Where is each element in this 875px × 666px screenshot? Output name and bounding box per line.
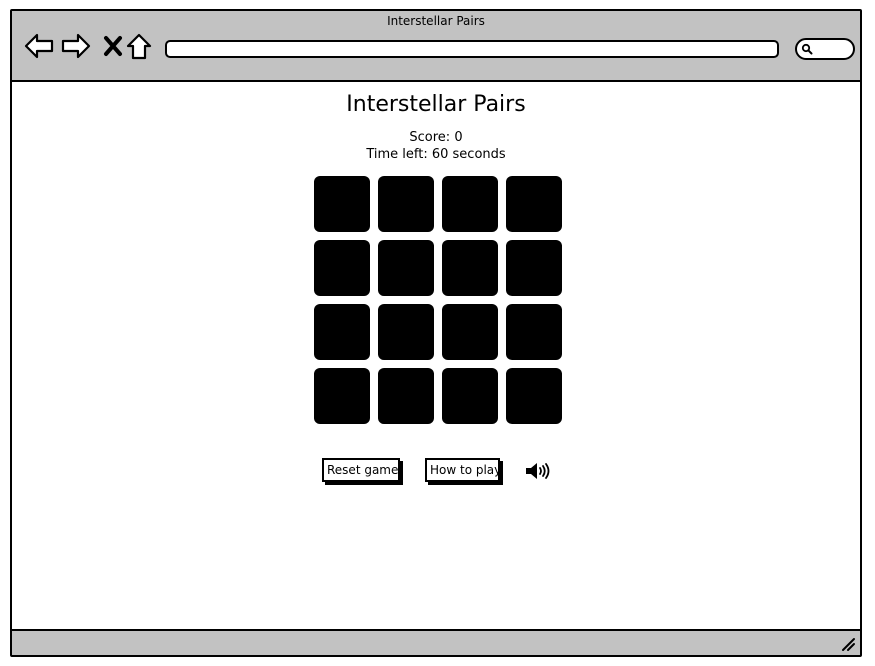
card-2[interactable] (378, 176, 434, 232)
card-4[interactable] (506, 176, 562, 232)
card-grid (314, 176, 562, 424)
card-3[interactable] (442, 176, 498, 232)
card-8[interactable] (506, 240, 562, 296)
time-value: 60 (431, 147, 449, 162)
search-icon (801, 43, 813, 55)
game-controls: Reset game How to play (12, 458, 860, 488)
how-to-play-button[interactable]: How to play (425, 458, 501, 482)
status-bar (12, 629, 860, 655)
card-12[interactable] (506, 304, 562, 360)
back-arrow-icon[interactable] (24, 31, 54, 61)
browser-chrome: Interstellar Pairs (12, 11, 860, 82)
forward-arrow-icon[interactable] (61, 31, 91, 61)
score-display: Score: 0 (12, 130, 860, 145)
home-icon[interactable] (124, 31, 154, 61)
score-label: Score: (409, 130, 451, 145)
card-6[interactable] (378, 240, 434, 296)
time-unit: seconds (452, 147, 506, 162)
browser-search-field[interactable] (795, 38, 855, 60)
card-5[interactable] (314, 240, 370, 296)
score-value: 0 (454, 130, 463, 145)
card-10[interactable] (378, 304, 434, 360)
browser-window: Interstellar Pairs Interstellar Pairs Sc… (10, 9, 862, 657)
reset-game-button[interactable]: Reset game (322, 458, 400, 482)
card-7[interactable] (442, 240, 498, 296)
card-1[interactable] (314, 176, 370, 232)
time-label: Time left: (366, 147, 428, 162)
card-13[interactable] (314, 368, 370, 424)
game-title: Interstellar Pairs (346, 92, 526, 117)
timer-display: Time left: 60 seconds (12, 147, 860, 162)
card-11[interactable] (442, 304, 498, 360)
window-title: Interstellar Pairs (387, 14, 485, 28)
card-16[interactable] (506, 368, 562, 424)
speaker-icon[interactable] (524, 460, 552, 482)
card-15[interactable] (442, 368, 498, 424)
card-9[interactable] (314, 304, 370, 360)
resize-grip-icon[interactable] (840, 636, 856, 652)
card-14[interactable] (378, 368, 434, 424)
address-bar[interactable] (165, 40, 779, 58)
